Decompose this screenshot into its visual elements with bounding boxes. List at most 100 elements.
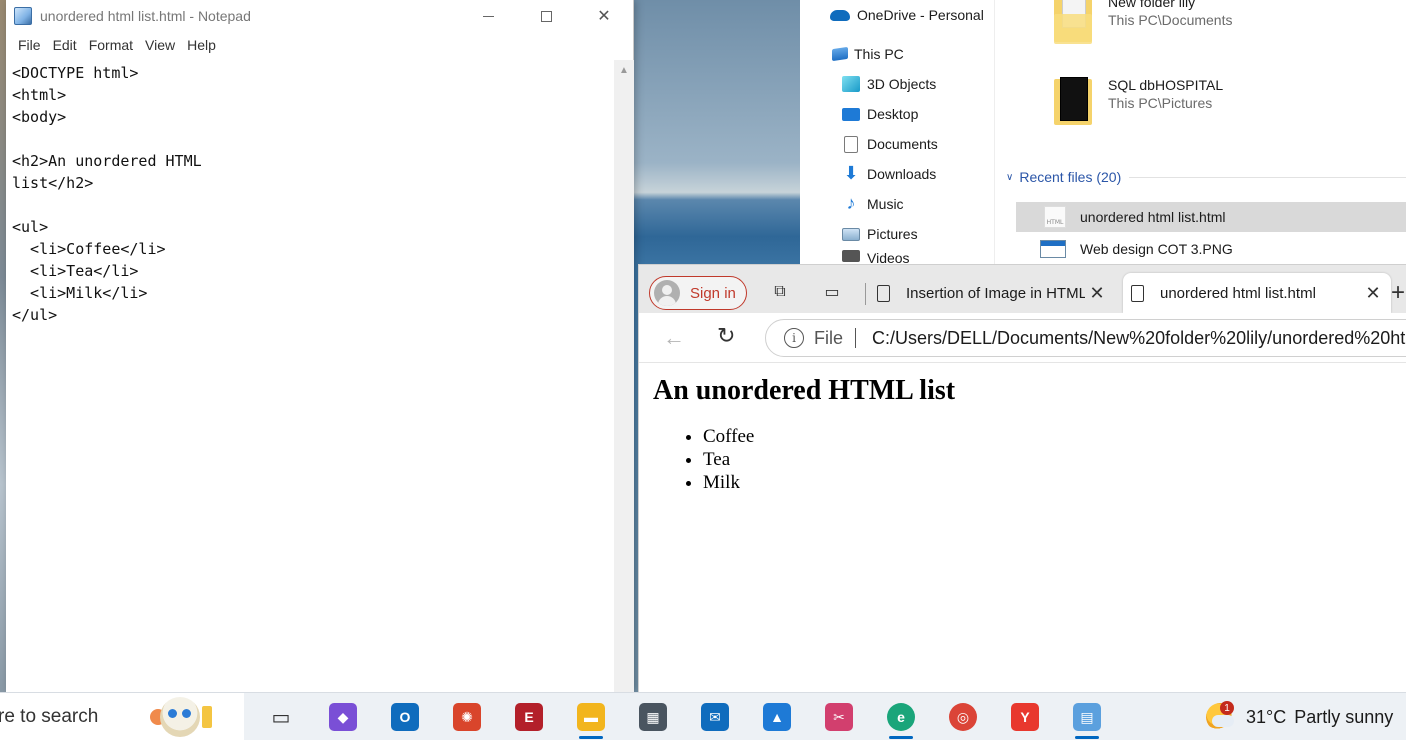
tab-separator <box>865 283 866 305</box>
nav-item-label: 3D Objects <box>867 76 937 92</box>
tab-unordered-html-list[interactable]: unordered html list.html ✕ <box>1123 273 1391 313</box>
notepad-text-area[interactable]: <DOCTYPE html> <html> <body> <h2>An unor… <box>6 60 614 692</box>
maximize-icon <box>540 10 552 22</box>
back-arrow-icon[interactable]: ← <box>663 325 685 351</box>
info-icon[interactable]: i <box>784 328 804 348</box>
nav-item-documents[interactable]: Documents <box>842 129 938 159</box>
menu-format[interactable]: Format <box>83 37 139 53</box>
taskbar-app-mail[interactable]: ✉ <box>684 693 746 740</box>
nav-item-label: Documents <box>867 136 938 152</box>
png-file-icon <box>1040 240 1066 258</box>
folder-icon <box>1050 0 1094 44</box>
taskbar-app-app-red[interactable]: ✺ <box>436 693 498 740</box>
nav-item-label: OneDrive - Personal <box>857 7 984 23</box>
weather-condition: Partly sunny <box>1294 706 1394 727</box>
search-highlight-illustration <box>150 697 212 737</box>
taskbar-app-notepad[interactable]: ▤ <box>1056 693 1118 740</box>
minimize-button[interactable] <box>459 0 517 32</box>
close-button[interactable]: ✕ <box>575 0 633 32</box>
browser-toolbar: ← ↻ i File C:/Users/DELL/Documents/New%2… <box>639 313 1406 363</box>
snipping-tool-icon: ✂ <box>825 703 853 731</box>
taskbar-search-box[interactable]: re to search <box>0 693 244 740</box>
explorer-content-pane: New folder lily This PC\Documents SQL db… <box>996 0 1406 266</box>
notepad-icon: ▤ <box>1073 703 1101 731</box>
azure-icon: ▲ <box>763 703 791 731</box>
divider <box>855 328 857 348</box>
taskbar-app-ecu[interactable]: E <box>498 693 560 740</box>
sign-in-button[interactable]: Sign in <box>649 276 747 310</box>
edge-icon: e <box>887 703 915 731</box>
close-icon[interactable]: ✕ <box>1085 283 1109 304</box>
recent-files-label: Recent files (20) <box>1019 169 1122 185</box>
menu-edit[interactable]: Edit <box>47 37 83 53</box>
new-tab-plus-icon[interactable]: + <box>1391 279 1405 307</box>
folder-name: New folder lily <box>1108 0 1196 10</box>
nav-item-3d-objects[interactable]: 3D Objects <box>842 69 936 99</box>
recent-file-row[interactable]: Web design COT 3.PNG <box>1016 234 1406 264</box>
taskbar-app-copilot[interactable]: ◆ <box>312 693 374 740</box>
folder-path: This PC\Documents <box>1108 12 1233 28</box>
tab-insertion-of-image[interactable]: Insertion of Image in HTML ✕ <box>867 273 1115 313</box>
folder-new-folder-lily[interactable]: New folder lily This PC\Documents <box>1050 0 1232 44</box>
minimize-icon <box>482 15 494 17</box>
tab-strip: Sign in ⧉ ▭ Insertion of Image in HTML ✕… <box>639 265 1406 313</box>
nav-item-this-pc[interactable]: This PC <box>832 39 904 69</box>
unordered-list: Coffee Tea Milk <box>653 425 1393 494</box>
taskbar-app-task-view[interactable]: ▭ <box>250 693 312 740</box>
nav-item-label: Desktop <box>867 106 919 122</box>
explorer-nav-pane: OneDrive - Personal This PC 3D Objects D… <box>800 0 995 266</box>
maximize-button[interactable] <box>517 0 575 32</box>
weather-temperature: 31°C <box>1246 706 1287 727</box>
menu-help[interactable]: Help <box>181 37 222 53</box>
file-explorer-icon: ▬ <box>577 703 605 731</box>
outlook-icon: O <box>391 703 419 731</box>
menu-file[interactable]: File <box>12 37 47 53</box>
recent-file-name: unordered html list.html <box>1080 209 1226 225</box>
notification-badge: 1 <box>1220 701 1234 715</box>
computer-icon <box>832 46 848 62</box>
nav-item-onedrive[interactable]: OneDrive - Personal <box>830 0 984 30</box>
taskbar-app-azure[interactable]: ▲ <box>746 693 808 740</box>
taskbar-app-file-explorer[interactable]: ▬ <box>560 693 622 740</box>
tab-actions-icon[interactable]: ▭ <box>821 281 843 303</box>
address-scheme-label: File <box>814 327 844 348</box>
partly-sunny-icon: 1 <box>1206 701 1234 731</box>
list-item: Tea <box>703 448 1393 471</box>
chrome-icon: ◎ <box>949 703 977 731</box>
browser-window: Sign in ⧉ ▭ Insertion of Image in HTML ✕… <box>638 264 1406 692</box>
cube-icon <box>842 76 860 92</box>
calculator-icon: ▦ <box>639 703 667 731</box>
nav-item-downloads[interactable]: ⬇ Downloads <box>842 159 936 189</box>
menu-view[interactable]: View <box>139 37 181 53</box>
notepad-scrollbar[interactable]: ▲ <box>614 60 634 692</box>
sign-in-label: Sign in <box>690 284 736 302</box>
taskbar-app-outlook[interactable]: O <box>374 693 436 740</box>
address-bar[interactable]: i File C:/Users/DELL/Documents/New%20fol… <box>765 319 1406 357</box>
notepad-titlebar[interactable]: unordered html list.html - Notepad ✕ <box>6 0 633 32</box>
chevron-down-icon: ∨ <box>1006 171 1014 183</box>
taskbar-app-snipping-tool[interactable]: ✂ <box>808 693 870 740</box>
recent-file-row[interactable]: HTML unordered html list.html <box>1016 202 1406 232</box>
desktop-icon <box>842 107 860 121</box>
copilot-icon: ◆ <box>329 703 357 731</box>
recent-files-header[interactable]: ∨ Recent files (20) <box>1006 166 1406 188</box>
nav-item-desktop[interactable]: Desktop <box>842 99 918 129</box>
weather-widget[interactable]: 1 31°C Partly sunny <box>1206 693 1393 740</box>
taskbar-app-chrome[interactable]: ◎ <box>932 693 994 740</box>
divider <box>1129 176 1406 178</box>
reload-icon[interactable]: ↻ <box>717 323 735 349</box>
pictures-icon <box>842 227 860 241</box>
scroll-up-icon[interactable]: ▲ <box>614 60 634 80</box>
folder-icon <box>1050 77 1094 127</box>
address-url[interactable]: C:/Users/DELL/Documents/New%20folder%20l… <box>872 328 1406 349</box>
taskbar-app-edge[interactable]: e <box>870 693 932 740</box>
taskbar-app-yandex[interactable]: Y <box>994 693 1056 740</box>
app-red-icon: ✺ <box>453 703 481 731</box>
recent-file-name: Web design COT 3.PNG <box>1080 241 1233 257</box>
collections-icon[interactable]: ⧉ <box>769 281 791 303</box>
nav-item-pictures[interactable]: Pictures <box>842 219 918 249</box>
folder-sql-dbhospital[interactable]: SQL dbHOSPITAL This PC\Pictures <box>1050 77 1223 127</box>
close-icon[interactable]: ✕ <box>1361 283 1385 304</box>
nav-item-music[interactable]: ♪ Music <box>842 189 904 219</box>
taskbar-app-calculator[interactable]: ▦ <box>622 693 684 740</box>
